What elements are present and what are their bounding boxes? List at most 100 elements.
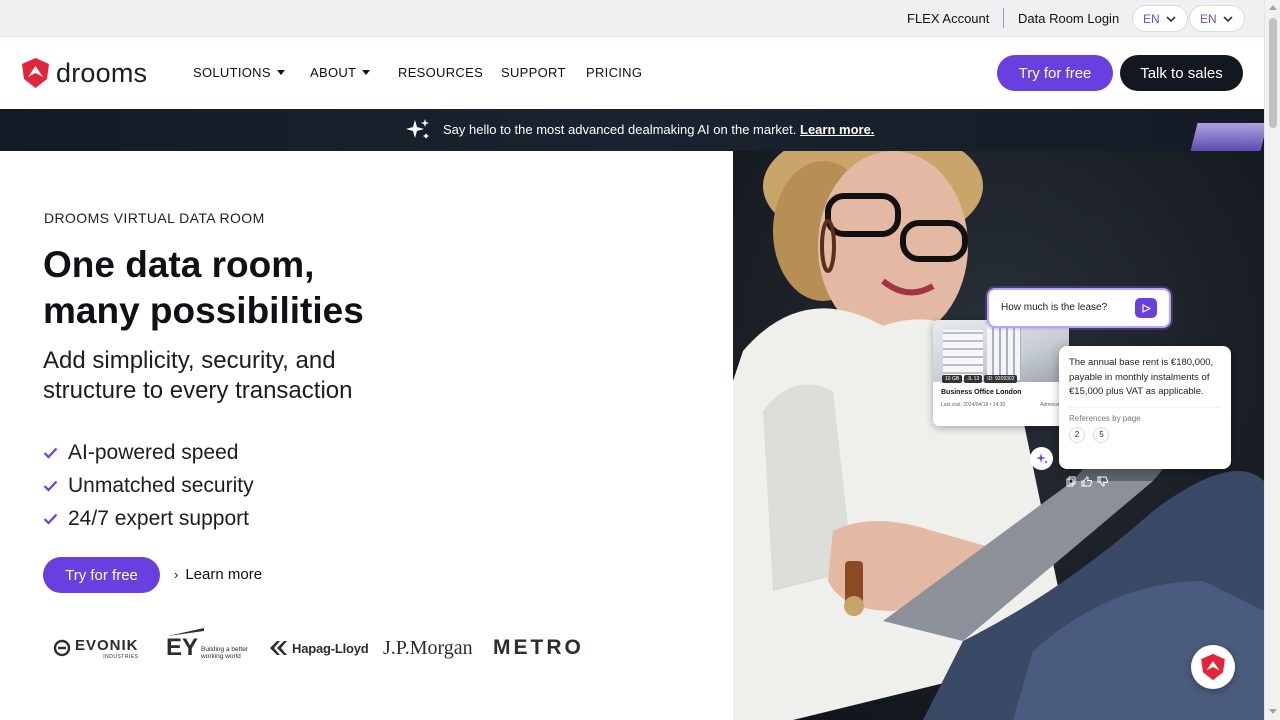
reference-chip[interactable]: 5 bbox=[1093, 426, 1110, 443]
learn-more-label: Learn more bbox=[185, 566, 263, 583]
jpmorgan-logo: J.P.Morgan bbox=[383, 628, 473, 668]
logo-text: drooms bbox=[56, 57, 148, 88]
feature-label: Unmatched security bbox=[68, 473, 254, 497]
hero-subtitle-line: structure to every transaction bbox=[43, 377, 353, 404]
hero-try-free-button[interactable]: Try for free bbox=[43, 557, 160, 593]
sparkles-icon bbox=[406, 119, 429, 139]
check-icon bbox=[43, 480, 58, 492]
feature-list: AI-powered speed Unmatched security 24/7… bbox=[43, 436, 254, 535]
banner-learn-more-link[interactable]: Learn more. bbox=[800, 122, 874, 137]
drooms-chat-button[interactable] bbox=[1191, 645, 1235, 689]
check-icon bbox=[43, 447, 58, 459]
nav-label: PRICING bbox=[586, 65, 643, 80]
doc-title: Business Office London bbox=[941, 389, 1022, 396]
evonik-subtext: INDUSTRIES bbox=[103, 653, 139, 660]
nav-support[interactable]: SUPPORT bbox=[501, 65, 566, 80]
data-room-login-link[interactable]: Data Room Login bbox=[1018, 11, 1119, 26]
feature-item: 24/7 expert support bbox=[43, 502, 254, 535]
main-header: drooms SOLUTIONS ABOUT RESOURCES SUPPORT… bbox=[0, 37, 1264, 109]
doc-tag: JL 13 bbox=[964, 375, 983, 383]
announcement-banner: Say hello to the most advanced dealmakin… bbox=[0, 109, 1264, 151]
drooms-logo-icon bbox=[1201, 653, 1225, 681]
doc-meta-owner: Administr bbox=[1040, 402, 1061, 408]
hero-title: One data room, many possibilities bbox=[43, 242, 364, 334]
nav-solutions[interactable]: SOLUTIONS bbox=[193, 65, 285, 80]
ai-question-text: How much is the lease? bbox=[1001, 302, 1108, 313]
learn-more-link[interactable]: › Learn more bbox=[174, 566, 262, 583]
feedback-icons bbox=[1066, 476, 1109, 487]
feature-label: AI-powered speed bbox=[68, 440, 239, 464]
doc-tag: ID: 9209302 bbox=[984, 375, 1018, 383]
hero-title-line: many possibilities bbox=[43, 290, 364, 331]
chevron-down-icon bbox=[1166, 16, 1176, 23]
building-thumbnail: 10 GB JL 13 ID: 9209302 bbox=[933, 320, 1069, 383]
caret-down-icon bbox=[362, 70, 371, 75]
chevron-right-icon: › bbox=[174, 567, 179, 582]
send-button[interactable] bbox=[1135, 298, 1157, 318]
evonik-mark-icon bbox=[53, 639, 71, 657]
drooms-logo-icon bbox=[22, 58, 49, 88]
hero-title-line: One data room, bbox=[43, 244, 315, 285]
ey-wordmark: EY bbox=[166, 634, 199, 661]
language-label: EN bbox=[1200, 11, 1217, 26]
metro-logo: METRO bbox=[493, 628, 584, 668]
ey-logo: EY Building a better working world bbox=[166, 628, 248, 668]
evonik-logo: EVONIK INDUSTRIES bbox=[53, 628, 139, 668]
hapag-mark-icon bbox=[270, 641, 287, 655]
nav-pricing[interactable]: PRICING bbox=[586, 65, 642, 80]
banner-message: Say hello to the most advanced dealmakin… bbox=[443, 122, 797, 137]
hero-subtitle: Add simplicity, security, and structure … bbox=[43, 346, 352, 406]
references-label: References by page bbox=[1069, 406, 1221, 423]
jpmorgan-wordmark: J.P.Morgan bbox=[383, 636, 473, 659]
divider bbox=[1003, 8, 1004, 28]
hapag-lloyd-logo: Hapag-Lloyd bbox=[270, 628, 369, 668]
hero-eyebrow: DROOMS VIRTUAL DATA ROOM bbox=[44, 210, 265, 226]
sparkle-icon bbox=[1035, 452, 1048, 464]
nav-label: SUPPORT bbox=[501, 65, 566, 80]
banner-decoration bbox=[1190, 123, 1264, 151]
feature-item: AI-powered speed bbox=[43, 436, 254, 469]
evonik-wordmark: EVONIK bbox=[75, 636, 139, 654]
thumbs-down-icon[interactable] bbox=[1097, 476, 1109, 487]
caret-down-icon bbox=[276, 70, 285, 75]
talk-to-sales-button[interactable]: Talk to sales bbox=[1120, 55, 1243, 91]
thumbs-up-icon[interactable] bbox=[1081, 476, 1093, 487]
ey-beam-icon bbox=[168, 628, 204, 636]
hapag-wordmark: Hapag-Lloyd bbox=[292, 640, 369, 656]
scroll-up-arrow-icon[interactable] bbox=[1269, 5, 1277, 10]
utility-bar: FLEX Account Data Room Login EN EN bbox=[0, 0, 1264, 37]
document-card[interactable]: 10 GB JL 13 ID: 9209302 Business Office … bbox=[933, 320, 1069, 426]
flex-account-link[interactable]: FLEX Account bbox=[907, 11, 989, 26]
ai-question-input[interactable]: How much is the lease? bbox=[987, 288, 1171, 328]
ey-tagline: Building a better bbox=[201, 646, 248, 653]
try-free-button[interactable]: Try for free bbox=[997, 55, 1113, 91]
nav-label: RESOURCES bbox=[398, 65, 484, 80]
feature-item: Unmatched security bbox=[43, 469, 254, 502]
nav-label: ABOUT bbox=[310, 65, 357, 80]
nav-resources[interactable]: RESOURCES bbox=[398, 65, 483, 80]
banner-text: Say hello to the most advanced dealmakin… bbox=[443, 122, 874, 137]
feature-label: 24/7 expert support bbox=[68, 506, 249, 530]
reference-chip[interactable]: 2 bbox=[1069, 426, 1085, 443]
metro-wordmark: METRO bbox=[493, 636, 584, 659]
check-icon bbox=[43, 513, 58, 525]
ey-tagline: working world bbox=[201, 653, 241, 660]
chevron-down-icon bbox=[1223, 16, 1233, 23]
nav-about[interactable]: ABOUT bbox=[310, 65, 371, 80]
ai-answer-card: The annual base rent is €180,000, payabl… bbox=[1059, 346, 1231, 469]
language-select-2[interactable]: EN bbox=[1189, 5, 1245, 32]
hero-subtitle-line: Add simplicity, security, and bbox=[43, 347, 336, 374]
language-label: EN bbox=[1143, 11, 1160, 26]
ai-sparkle-button[interactable] bbox=[1030, 447, 1053, 470]
scroll-down-arrow-icon[interactable] bbox=[1269, 709, 1277, 714]
doc-tag: 10 GB bbox=[942, 375, 963, 383]
drooms-logo[interactable]: drooms bbox=[21, 57, 147, 89]
copy-icon[interactable] bbox=[1066, 476, 1077, 487]
nav-label: SOLUTIONS bbox=[193, 65, 271, 80]
ai-answer-text: The annual base rent is €180,000, payabl… bbox=[1069, 357, 1214, 397]
send-icon bbox=[1141, 303, 1151, 313]
page-scrollbar[interactable] bbox=[1264, 0, 1280, 720]
language-select-1[interactable]: EN bbox=[1132, 5, 1188, 32]
scrollbar-thumb[interactable] bbox=[1269, 18, 1277, 128]
doc-meta: Last visit: 2024/04/18 • 14:30 bbox=[941, 402, 1006, 408]
